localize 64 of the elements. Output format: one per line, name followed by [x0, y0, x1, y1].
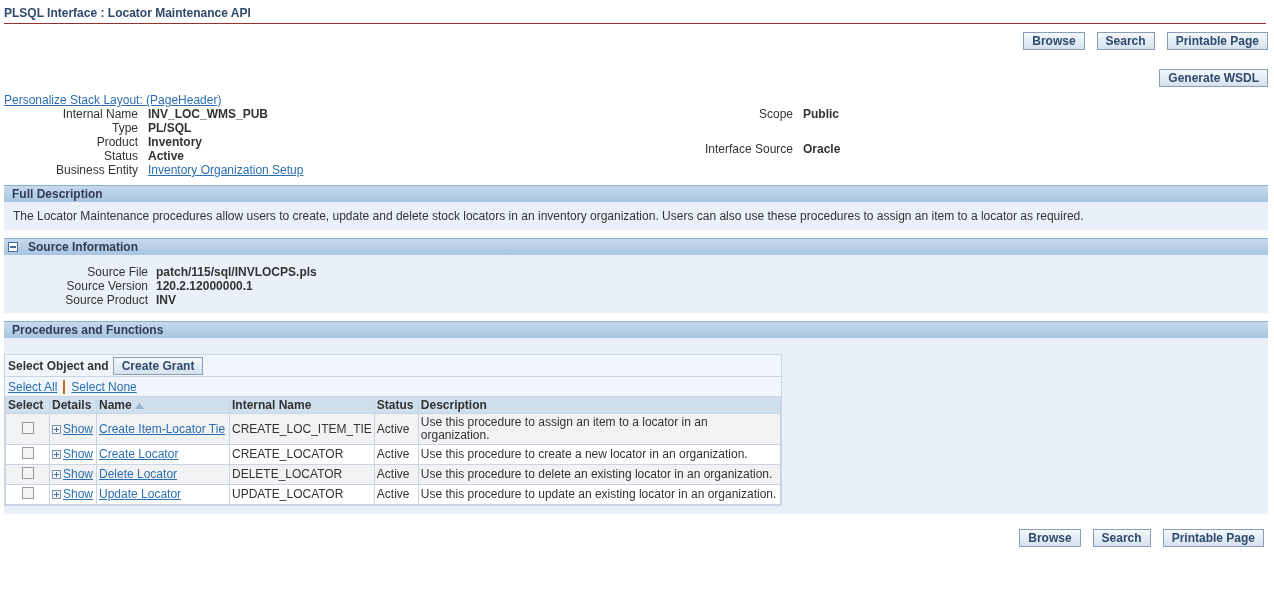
table-cell: Use this procedure to delete an existing locator in an organization.: [420, 467, 773, 481]
table-cell: DELETE_LOCATOR: [232, 467, 343, 481]
toolbar-button[interactable]: Search: [1096, 32, 1155, 50]
column-header: Internal Name: [229, 396, 375, 414]
toolbar-button[interactable]: Browse: [1019, 529, 1081, 547]
table-cell: Active: [376, 467, 410, 481]
collapse-icon[interactable]: [8, 242, 18, 252]
section-title: Procedures and Functions: [12, 322, 164, 339]
table-cell: Use this procedure to create a new locator in an organization.: [420, 447, 748, 461]
field-label: Type: [111, 121, 138, 135]
field-label: Source File: [86, 265, 148, 279]
table-cell: Use this procedure to assign an item to a locator in an organization.: [420, 415, 708, 442]
field-value: INV_LOC_WMS_PUB: [148, 107, 270, 121]
row-checkbox[interactable]: [21, 487, 34, 499]
column-header: Status: [374, 396, 419, 414]
row-checkbox[interactable]: [21, 447, 34, 459]
row-checkbox[interactable]: [21, 421, 34, 434]
create-grant-button[interactable]: Create Grant: [112, 356, 204, 375]
section-title: Source Information: [28, 239, 138, 256]
column-header: Name: [96, 396, 230, 414]
field-label: Source Version: [65, 279, 148, 293]
toolbar-button[interactable]: Printable Page: [1162, 529, 1264, 547]
field-value: Public: [803, 107, 840, 123]
field-value: Active: [148, 149, 186, 163]
page-title: PLSQL Interface : Locator Maintenance API: [4, 6, 251, 20]
field-value: PL/SQL: [148, 121, 193, 135]
field-link[interactable]: Inventory Organization Setup: [148, 163, 304, 177]
toolbar-button[interactable]: Search: [1092, 529, 1151, 547]
table-cell: Active: [376, 421, 410, 436]
column-header: Select: [5, 396, 50, 414]
table-cell: CREATE_LOC_ITEM_TIE: [232, 421, 372, 436]
section-title: Full Description: [12, 186, 103, 203]
toolbar-button[interactable]: Printable Page: [1166, 32, 1268, 50]
table-cell: UPDATE_LOCATOR: [232, 487, 344, 501]
generate-wsdl-button[interactable]: Generate WSDL: [1159, 69, 1268, 87]
expand-icon[interactable]: [52, 450, 61, 460]
field-label: Source Product: [64, 293, 148, 307]
field-value: patch/115/sql/INVLOCPS.pls: [156, 265, 318, 279]
field-label: Internal Name: [61, 107, 138, 121]
row-checkbox[interactable]: [21, 467, 34, 479]
field-label: Scope: [757, 107, 793, 123]
field-label: Interface Source: [703, 142, 793, 158]
field-label: Status: [102, 149, 138, 163]
table-cell: Use this procedure to update an existing locator in an organization.: [420, 487, 777, 501]
field-value: 120.2.12000000.1: [156, 279, 254, 293]
field-value: Inventory: [148, 135, 203, 149]
table-cell: Active: [376, 447, 410, 461]
field-value: INV: [156, 293, 177, 307]
column-header: Details: [49, 396, 97, 414]
field-value: Oracle: [803, 142, 841, 158]
expand-icon[interactable]: [52, 470, 61, 480]
table-cell: CREATE_LOCATOR: [232, 447, 344, 461]
expand-icon[interactable]: [52, 424, 61, 434]
description-text: The Locator Maintenance procedures allow users to create, update and delete stock locators in an inventory organization. Users can also use these procedures to assign an item to a locator as required.: [13, 209, 1085, 223]
column-header: Description: [418, 396, 781, 414]
field-label: Product: [95, 135, 138, 149]
field-label: Business Entity: [54, 163, 138, 177]
table-cell: Active: [376, 487, 410, 501]
expand-icon[interactable]: [52, 490, 61, 500]
select-none-link[interactable]: Select None: [71, 377, 137, 396]
toolbar-button[interactable]: Browse: [1023, 32, 1085, 50]
select-all-link[interactable]: Select All: [8, 377, 58, 396]
personalize-link[interactable]: Personalize Stack Layout: (PageHeader): [4, 93, 222, 107]
action-label: Select Object and: [8, 357, 109, 375]
